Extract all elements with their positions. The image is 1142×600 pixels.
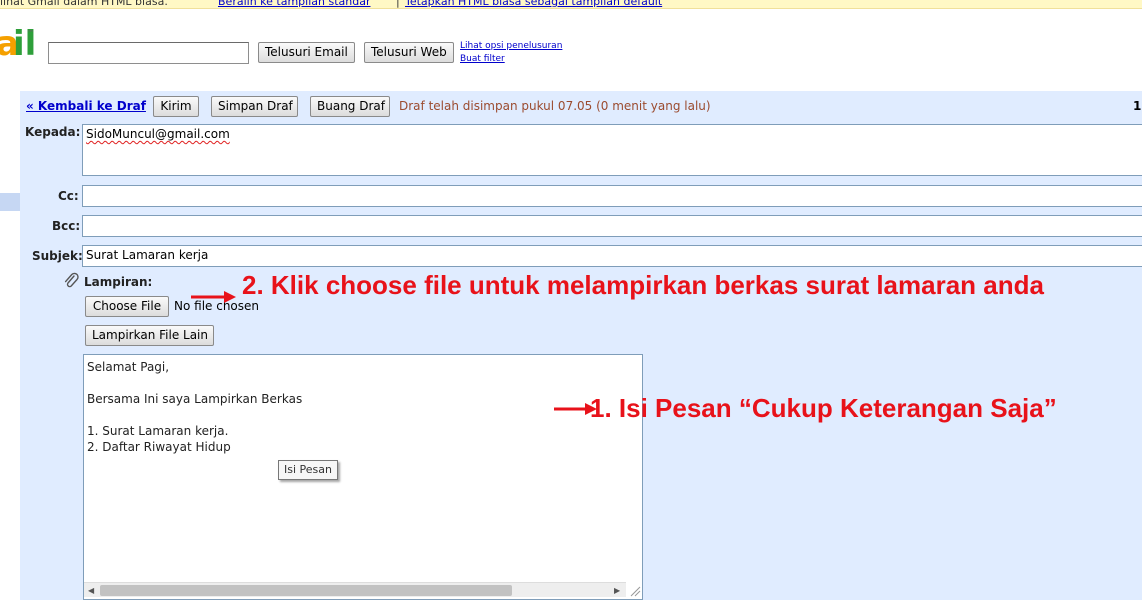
message-body-textarea[interactable]: Selamat Pagi, Bersama Ini saya Lampirkan… xyxy=(83,354,643,600)
body-line: 2. Daftar Riwayat Hidup xyxy=(87,440,231,454)
resize-grip-icon[interactable] xyxy=(628,584,641,597)
notice-text: lihat Gmail dalam HTML biasa. xyxy=(0,0,168,8)
arrow-right-annotation-icon xyxy=(191,291,236,303)
annotation-step-1: 1. Isi Pesan “Cukup Keterangan Saja” xyxy=(590,393,1057,423)
gmail-logo[interactable]: a il ™ xyxy=(0,26,34,66)
attach-another-file-button[interactable]: Lampirkan File Lain xyxy=(85,325,214,346)
left-nav-selected[interactable] xyxy=(0,193,20,211)
search-options-link[interactable]: Lihat opsi penelusuran xyxy=(460,41,562,51)
draft-saved-status: Draf telah disimpan pukul 07.05 (0 menit… xyxy=(399,99,711,113)
left-nav-column xyxy=(0,91,20,600)
subject-field[interactable]: Surat Lamaran kerja xyxy=(82,245,1142,267)
back-to-drafts-link[interactable]: « Kembali ke Draf xyxy=(26,99,146,113)
tooltip: Isi Pesan xyxy=(278,460,338,480)
discard-draft-button[interactable]: Buang Draf xyxy=(310,96,390,117)
cc-field[interactable] xyxy=(82,185,1142,207)
send-button[interactable]: Kirim xyxy=(153,96,199,117)
body-line: 1. Surat Lamaran kerja. xyxy=(87,424,229,438)
search-input[interactable] xyxy=(48,42,249,64)
page-indicator: 1 xyxy=(1133,99,1142,113)
attachment-label: Lampiran: xyxy=(84,275,153,289)
search-mail-button[interactable]: Telusuri Email xyxy=(258,42,355,63)
set-default-html-link[interactable]: Tetapkan HTML biasa sebagai tampilan def… xyxy=(405,0,662,8)
to-field[interactable]: SidoMuncul@gmail.com xyxy=(82,124,1142,176)
annotation-step-2: 2. Klik choose file untuk melampirkan be… xyxy=(242,270,1044,300)
to-label: Kepada: xyxy=(25,125,81,139)
save-draft-button[interactable]: Simpan Draf xyxy=(211,96,298,117)
bcc-field[interactable] xyxy=(82,215,1142,237)
choose-file-button[interactable]: Choose File xyxy=(85,296,169,317)
subject-label: Subjek: xyxy=(32,249,83,263)
body-line: Selamat Pagi, xyxy=(87,360,170,374)
bcc-label: Bcc: xyxy=(52,219,81,233)
body-line: Bersama Ini saya Lampirkan Berkas xyxy=(87,392,303,406)
to-value: SidoMuncul@gmail.com xyxy=(86,127,230,141)
notice-separator: | xyxy=(396,0,400,8)
create-filter-link[interactable]: Buat filter xyxy=(460,54,505,64)
search-web-button[interactable]: Telusuri Web xyxy=(364,42,454,63)
cc-label: Cc: xyxy=(58,189,79,203)
top-notice-bar: lihat Gmail dalam HTML biasa. Beralih ke… xyxy=(0,0,1142,9)
arrow-left-icon[interactable]: ◀ xyxy=(88,586,94,595)
scrollbar-thumb[interactable] xyxy=(100,585,512,596)
switch-standard-link[interactable]: Beralih ke tampilan standar xyxy=(218,0,370,8)
arrow-right-icon[interactable]: ▶ xyxy=(614,586,620,595)
paperclip-icon xyxy=(64,272,79,288)
horizontal-scrollbar[interactable]: ◀ ▶ xyxy=(84,582,626,597)
